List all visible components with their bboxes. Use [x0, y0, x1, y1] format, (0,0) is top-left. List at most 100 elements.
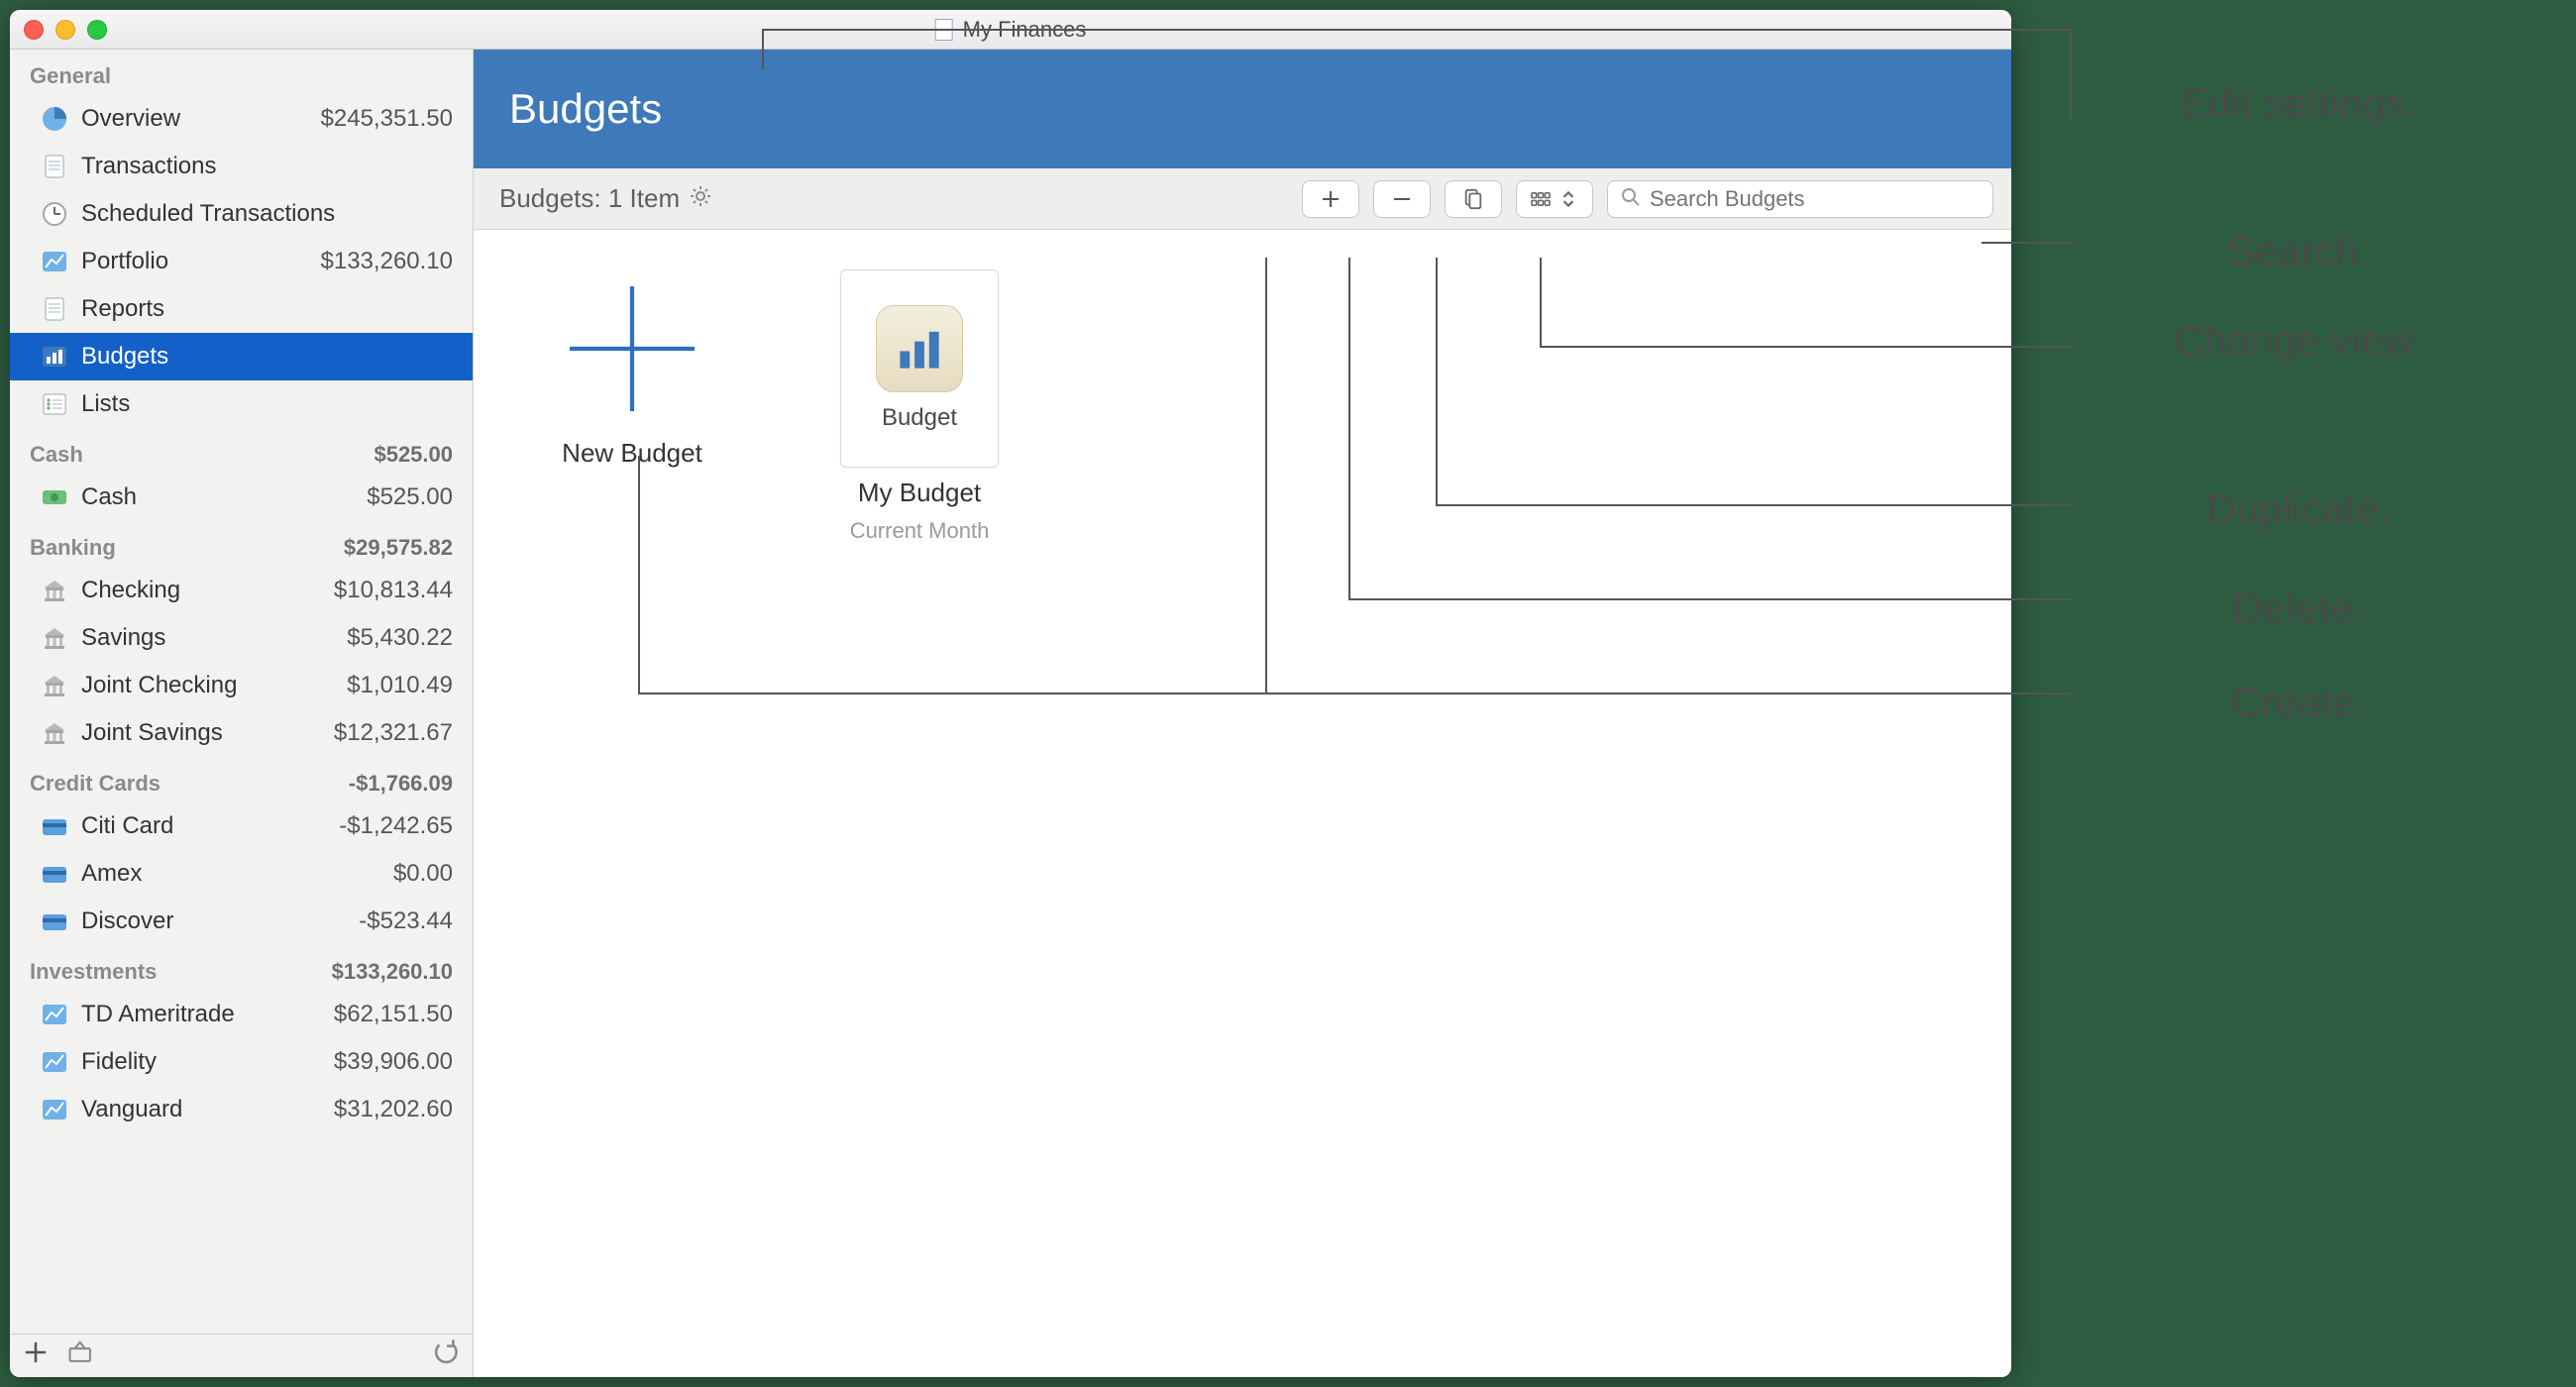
window-title-text: My Finances — [963, 17, 1087, 43]
list-icon — [40, 389, 69, 419]
section-header: Budgets — [474, 50, 2011, 168]
sidebar-item-amount: $31,202.60 — [334, 1096, 453, 1123]
sidebar-add-button[interactable] — [22, 1338, 50, 1373]
bars-icon — [40, 342, 69, 372]
sidebar-group-amount: $133,260.10 — [332, 959, 453, 985]
bank-icon — [40, 718, 69, 748]
plus-icon — [553, 269, 711, 428]
sidebar-group-label: General — [30, 63, 111, 89]
sidebar-item-joint-savings[interactable]: Joint Savings$12,321.67 — [10, 709, 473, 757]
bank-icon — [40, 576, 69, 605]
sidebar-item-amex[interactable]: Amex$0.00 — [10, 850, 473, 898]
sidebar-item-fidelity[interactable]: Fidelity$39,906.00 — [10, 1038, 473, 1086]
sidebar-item-amount: $133,260.10 — [321, 248, 453, 275]
sidebar-item-label: Lists — [81, 390, 453, 418]
doc-icon — [40, 152, 69, 181]
toolbar-count-label: Budgets: 1 Item — [499, 183, 680, 214]
document-icon — [935, 19, 953, 41]
sidebar-group-label: Cash — [30, 442, 83, 468]
sidebar-group-header[interactable]: Credit Cards -$1,766.09 — [10, 757, 473, 802]
main: Budgets Budgets: 1 Item — [474, 50, 2011, 1377]
doc-icon — [40, 294, 69, 324]
sidebar-item-label: Portfolio — [81, 248, 309, 275]
minimize-window-button[interactable] — [55, 20, 75, 40]
pie-icon — [40, 104, 69, 134]
sidebar-item-label: Joint Savings — [81, 719, 322, 747]
sidebar-item-amount: $62,151.50 — [334, 1001, 453, 1028]
traffic-lights — [24, 20, 107, 40]
sidebar-item-lists[interactable]: Lists — [10, 380, 473, 428]
delete-button[interactable] — [1373, 180, 1431, 218]
cash-icon — [40, 482, 69, 512]
sidebar-item-overview[interactable]: Overview$245,351.50 — [10, 95, 473, 143]
chart-icon — [40, 1095, 69, 1124]
sidebar-group-label: Credit Cards — [30, 771, 161, 797]
sidebar-item-td-ameritrade[interactable]: TD Ameritrade $62,151.50 — [10, 991, 473, 1038]
callout-create: Create. — [2041, 679, 2556, 726]
sidebar-item-amount: $0.00 — [393, 860, 453, 888]
sidebar-item-joint-checking[interactable]: Joint Checking $1,010.49 — [10, 662, 473, 709]
create-button[interactable] — [1302, 180, 1359, 218]
sidebar-item-portfolio[interactable]: Portfolio $133,260.10 — [10, 238, 473, 285]
callout-duplicate: Duplicate. — [2041, 485, 2556, 533]
sidebar-group-header[interactable]: General — [10, 50, 473, 95]
sidebar-item-vanguard[interactable]: Vanguard$31,202.60 — [10, 1086, 473, 1133]
sidebar-item-cash[interactable]: Cash $525.00 — [10, 474, 473, 521]
sidebar-group-header[interactable]: Cash$525.00 — [10, 428, 473, 474]
budget-subtitle: Current Month — [850, 518, 990, 544]
duplicate-button[interactable] — [1445, 180, 1502, 218]
sidebar-item-label: Citi Card — [81, 812, 327, 840]
toolbar-title: Budgets: 1 Item — [499, 183, 711, 214]
chart-icon — [40, 1000, 69, 1029]
sidebar-item-transactions[interactable]: Transactions — [10, 143, 473, 190]
sidebar-item-label: Overview — [81, 105, 309, 133]
sidebar-item-amount: $1,010.49 — [347, 672, 453, 699]
budget-card: Budget — [840, 269, 999, 468]
sidebar-item-label: Checking — [81, 577, 322, 604]
close-window-button[interactable] — [24, 20, 44, 40]
bank-icon — [40, 671, 69, 700]
budget-app-icon — [876, 305, 963, 392]
callout-search: Search. — [2041, 228, 2556, 275]
content-grid: New Budget Budget My Budget Current Mont… — [474, 230, 2011, 1377]
toolbar: Budgets: 1 Item — [474, 168, 2011, 230]
settings-gear-icon[interactable] — [690, 183, 711, 214]
budget-title: My Budget — [858, 478, 981, 508]
sidebar-item-label: Joint Checking — [81, 672, 335, 699]
change-view-button[interactable] — [1516, 180, 1593, 218]
card-icon — [40, 907, 69, 936]
sidebar-item-discover[interactable]: Discover -$523.44 — [10, 898, 473, 945]
budget-tile[interactable]: Budget My Budget Current Month — [801, 269, 1038, 544]
sidebar-group-header[interactable]: Investments $133,260.10 — [10, 945, 473, 991]
search-input[interactable] — [1650, 186, 1981, 212]
sidebar-item-label: Scheduled Transactions — [81, 200, 453, 228]
sidebar-item-citi-card[interactable]: Citi Card-$1,242.65 — [10, 802, 473, 850]
clock-icon — [40, 199, 69, 229]
sidebar-item-reports[interactable]: Reports — [10, 285, 473, 333]
sidebar-collapse-button[interactable] — [67, 1338, 95, 1373]
sidebar-item-label: TD Ameritrade — [81, 1001, 322, 1028]
zoom-window-button[interactable] — [87, 20, 107, 40]
new-budget-label: New Budget — [562, 438, 702, 469]
sidebar-group-header[interactable]: Banking$29,575.82 — [10, 521, 473, 567]
sidebar-item-label: Discover — [81, 907, 347, 935]
card-icon — [40, 811, 69, 841]
sidebar-item-budgets[interactable]: Budgets — [10, 333, 473, 380]
new-budget-tile[interactable]: New Budget — [513, 269, 751, 469]
sidebar-item-scheduled-transactions[interactable]: Scheduled Transactions — [10, 190, 473, 238]
sidebar-group-amount: -$1,766.09 — [349, 771, 453, 797]
sidebar-item-label: Cash — [81, 483, 355, 511]
bank-icon — [40, 623, 69, 653]
sidebar-item-amount: $10,813.44 — [334, 577, 453, 604]
sidebar-item-label: Budgets — [81, 343, 453, 371]
sidebar-item-checking[interactable]: Checking $10,813.44 — [10, 567, 473, 614]
sidebar-group-label: Banking — [30, 535, 116, 561]
sidebar-item-savings[interactable]: Savings$5,430.22 — [10, 614, 473, 662]
titlebar[interactable]: My Finances — [10, 10, 2011, 50]
sidebar-refresh-button[interactable] — [433, 1338, 461, 1373]
sidebar-item-amount: $525.00 — [367, 483, 453, 511]
search-field[interactable] — [1607, 180, 1993, 218]
sidebar-item-label: Transactions — [81, 153, 453, 180]
sidebar-item-amount: -$523.44 — [359, 907, 453, 935]
sidebar-group-label: Investments — [30, 959, 157, 985]
